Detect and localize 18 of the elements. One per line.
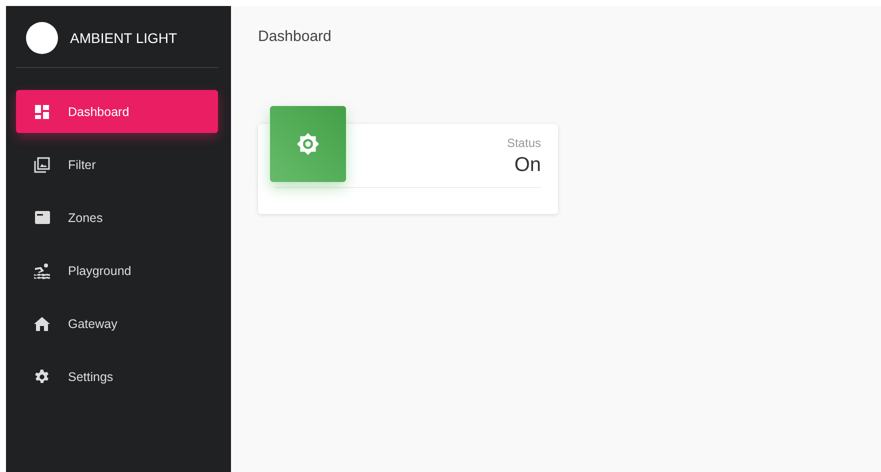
nav-item[interactable]: Gateway: [16, 302, 218, 345]
status-value: On: [514, 154, 541, 177]
nav-item[interactable]: Zones: [16, 196, 218, 239]
app-title: AMBIENT LIGHT: [70, 30, 178, 46]
card-icon: [34, 211, 50, 224]
settings-icon: [34, 368, 50, 384]
nav-item[interactable]: Dashboard: [16, 90, 218, 133]
image-stack-icon: [34, 156, 50, 172]
nav-item[interactable]: Settings: [16, 355, 218, 398]
swimmer-icon: [33, 262, 51, 278]
status-label: Status: [506, 136, 541, 150]
nav-item[interactable]: Playground: [16, 249, 218, 292]
home-icon: [34, 316, 50, 330]
nav-item[interactable]: Filter: [16, 143, 218, 186]
logo-circle: [26, 22, 58, 54]
page-title: Dashboard: [258, 28, 332, 45]
brightness-icon: [297, 133, 319, 155]
dashboard-icon: [35, 104, 49, 118]
